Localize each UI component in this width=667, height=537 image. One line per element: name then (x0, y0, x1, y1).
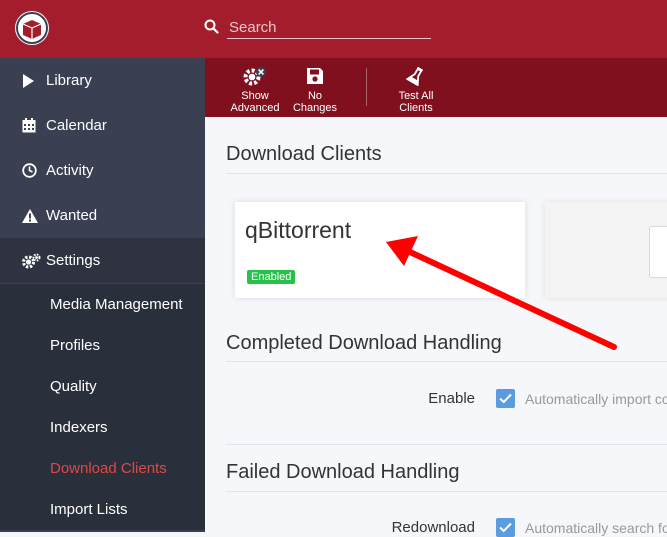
sidebar-item-label: Calendar (46, 117, 107, 134)
completed-download-handling-title: Completed Download Handling (226, 332, 502, 354)
show-advanced-button[interactable]: Show Advanced (225, 64, 285, 114)
status-badge: Enabled (247, 270, 296, 284)
test-all-clients-button[interactable]: Test All Clients (386, 64, 446, 114)
sidebar-item-label: Library (46, 72, 92, 89)
sidebar-sub-label: Import Lists (50, 501, 128, 518)
section-divider (226, 173, 667, 174)
page-toolbar: Show Advanced No Changes Test All Client… (205, 58, 667, 117)
check-icon (499, 522, 512, 533)
gears-icon (22, 253, 46, 269)
top-header (0, 0, 667, 58)
redownload-label: Redownload (391, 519, 475, 536)
redownload-help-text: Automatically search fo (525, 520, 667, 536)
redownload-checkbox[interactable] (496, 518, 515, 537)
no-changes-line1: No (307, 90, 323, 102)
enable-label: Enable (428, 390, 475, 407)
sidebar-sub-download-clients[interactable]: Download Clients (0, 448, 205, 489)
sidebar-item-label: Wanted (46, 207, 98, 224)
calendar-icon (22, 118, 46, 133)
logo-icon (16, 12, 48, 44)
warning-icon (22, 208, 46, 223)
toolbar-separator (366, 68, 367, 106)
app-logo[interactable] (15, 11, 49, 45)
sidebar-sub-profiles[interactable]: Profiles (0, 325, 205, 366)
section-divider (226, 444, 667, 445)
clock-icon (22, 163, 46, 178)
sidebar-sub-media-management[interactable]: Media Management (0, 284, 205, 325)
flask-icon (386, 64, 446, 88)
show-advanced-line2: Advanced (230, 102, 280, 114)
download-client-card[interactable]: qBittorrent Enabled (235, 202, 525, 298)
play-icon (22, 73, 46, 88)
sidebar-item-calendar[interactable]: Calendar (0, 103, 205, 148)
sidebar-item-label: Settings (46, 252, 101, 269)
main-content: Download Clients qBittorrent Enabled Com… (205, 117, 667, 537)
sidebar-item-library[interactable]: Library (0, 58, 205, 103)
sidebar: Library Calendar Activity Wanted Setting… (0, 58, 205, 532)
add-download-client-card[interactable] (545, 202, 667, 298)
no-changes-line2: Changes (292, 102, 338, 114)
sidebar-item-activity[interactable]: Activity (0, 148, 205, 193)
sidebar-item-wanted[interactable]: Wanted (0, 193, 205, 238)
sidebar-sub-indexers[interactable]: Indexers (0, 407, 205, 448)
sidebar-sub-label: Quality (50, 378, 97, 395)
sidebar-sub-label: Media Management (50, 296, 183, 313)
client-name: qBittorrent (245, 217, 352, 243)
download-clients-title: Download Clients (226, 143, 382, 165)
sidebar-sub-quality[interactable]: Quality (0, 366, 205, 407)
search-input[interactable] (227, 16, 431, 39)
show-advanced-line1: Show (241, 90, 269, 102)
check-icon (499, 393, 512, 404)
test-all-line1: Test All (398, 90, 434, 102)
add-client-button[interactable] (649, 226, 667, 278)
enable-checkbox[interactable] (496, 389, 515, 408)
sidebar-item-label: Activity (46, 162, 94, 179)
section-divider (226, 491, 667, 492)
sidebar-item-settings[interactable]: Settings (0, 238, 205, 283)
no-changes-button[interactable]: No Changes (285, 64, 345, 114)
sidebar-sub-import-lists[interactable]: Import Lists (0, 489, 205, 530)
test-all-line2: Clients (399, 102, 433, 114)
sidebar-sub-label: Profiles (50, 337, 101, 354)
save-icon (285, 64, 345, 88)
section-divider (226, 361, 667, 362)
enable-help-text: Automatically import co (525, 391, 667, 407)
sidebar-sub-label: Download Clients (50, 460, 167, 477)
advanced-settings-icon (225, 64, 285, 88)
sidebar-sub-label: Indexers (50, 419, 108, 436)
search-icon (204, 19, 219, 34)
failed-download-handling-title: Failed Download Handling (226, 461, 460, 483)
